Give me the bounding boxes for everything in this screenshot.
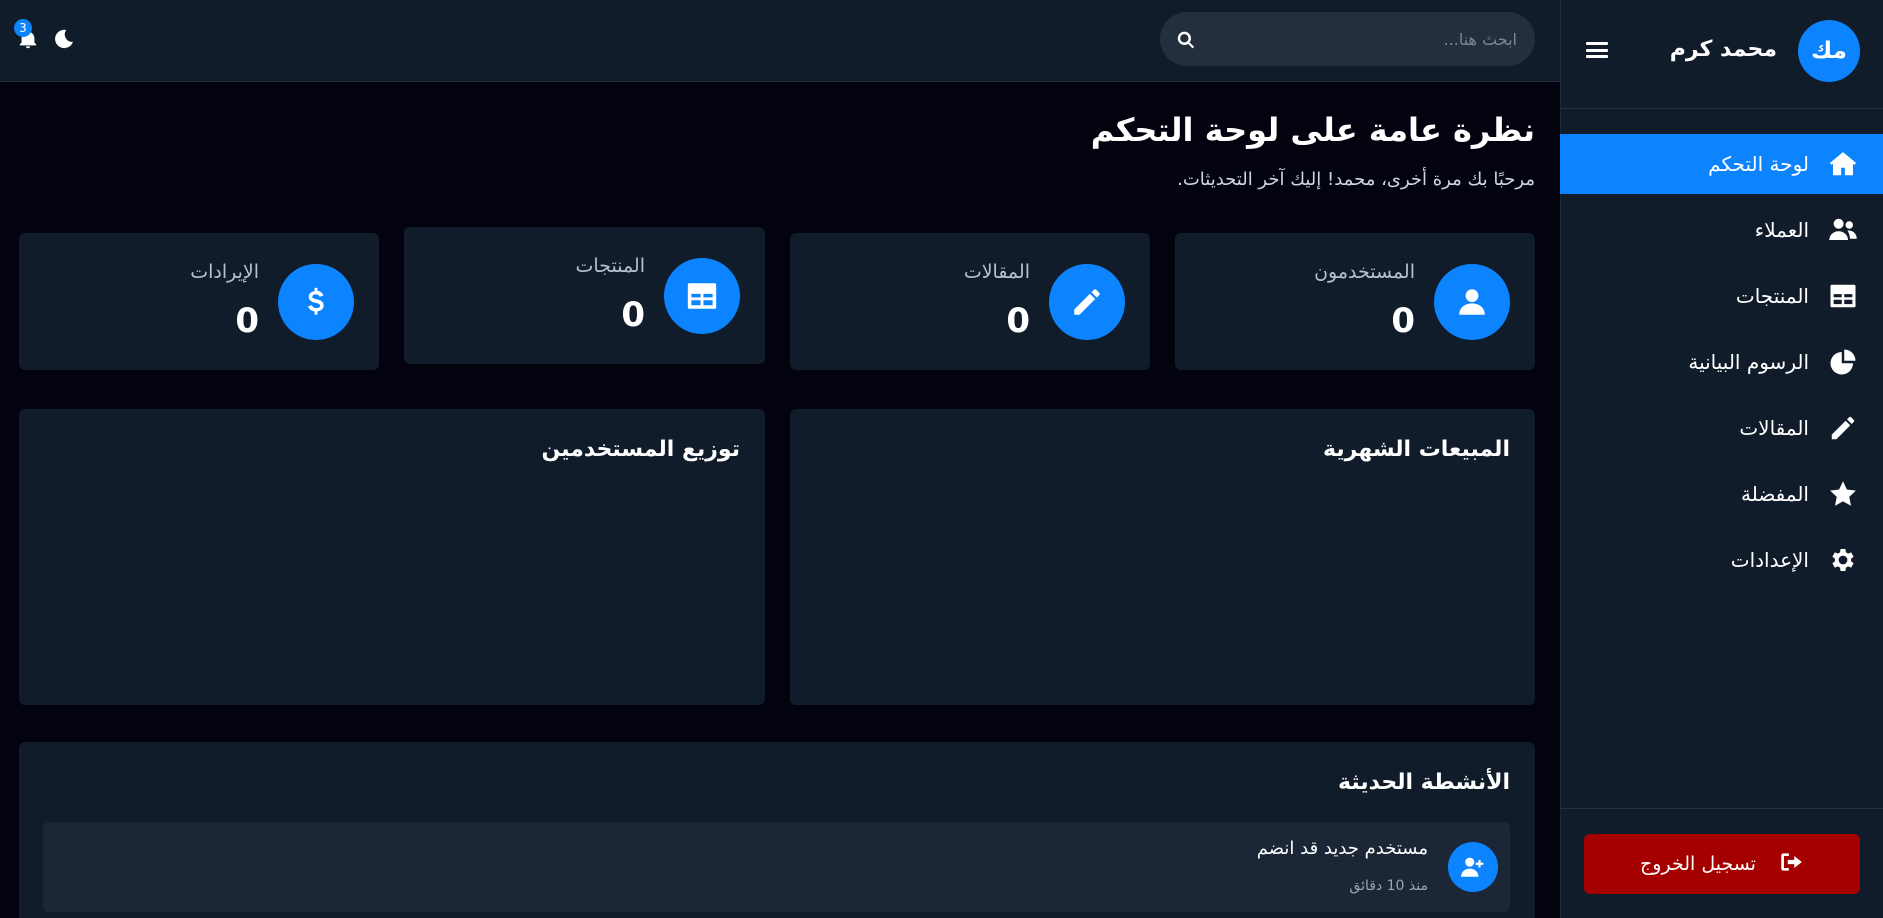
pencil-icon [1049, 264, 1125, 340]
sidebar-item-label: الإعدادات [1730, 548, 1809, 572]
stat-label: الإيرادات [190, 261, 259, 283]
dollar-icon [278, 264, 354, 340]
logout-label: تسجيل الخروج [1640, 853, 1756, 875]
panel-title: الأنشطة الحديثة [1338, 770, 1510, 795]
avatar[interactable]: مك [1798, 20, 1860, 82]
sidebar-nav: لوحة التحكم العملاء المنتجات الرسوم البي… [1560, 134, 1883, 596]
theme-toggle-moon-icon[interactable] [53, 28, 75, 50]
page-title: نظرة عامة على لوحة التحكم [1090, 111, 1535, 149]
sidebar-item-favorites[interactable]: المفضلة [1560, 464, 1883, 524]
sidebar-item-dashboard[interactable]: لوحة التحكم [1560, 134, 1883, 194]
stat-card-users: المستخدمون 0 [1175, 233, 1535, 370]
recent-activities-panel: الأنشطة الحديثة مستخدم جديد قد انضم منذ … [19, 742, 1535, 918]
sidebar-header: مك محمد كرم [1561, 0, 1883, 109]
stat-card-articles: المقالات 0 [790, 233, 1150, 370]
sidebar: مك محمد كرم لوحة التحكم العملاء المنتجات… [1560, 0, 1883, 918]
stat-value: 0 [235, 301, 259, 341]
topbar: 3 [0, 0, 1560, 82]
stat-label: المنتجات [575, 255, 645, 277]
search-input[interactable] [1217, 12, 1517, 66]
user-distribution-panel: توزيع المستخدمين [19, 409, 765, 705]
pencil-icon [1827, 412, 1859, 444]
search-icon[interactable] [1176, 30, 1196, 50]
table-icon [664, 258, 740, 334]
sidebar-item-label: المقالات [1739, 416, 1809, 440]
sidebar-item-label: المنتجات [1735, 284, 1809, 308]
list-item[interactable]: مستخدم جديد قد انضم منذ 10 دقائق [43, 822, 1510, 912]
stat-card-products: المنتجات 0 [404, 227, 765, 364]
sidebar-item-label: لوحة التحكم [1708, 152, 1809, 176]
monthly-sales-panel: المبيعات الشهرية [790, 409, 1535, 705]
stat-value: 0 [621, 295, 645, 335]
star-icon [1827, 478, 1859, 510]
user-name: محمد كرم [1669, 37, 1777, 62]
activity-time: منذ 10 دقائق [1349, 878, 1428, 894]
sidebar-item-label: العملاء [1754, 218, 1809, 242]
users-icon [1827, 214, 1859, 246]
sidebar-item-settings[interactable]: الإعدادات [1560, 530, 1883, 590]
notification-badge: 3 [14, 19, 32, 37]
logout-button[interactable]: تسجيل الخروج [1584, 834, 1860, 894]
stat-label: المستخدمون [1314, 261, 1415, 283]
home-icon [1827, 148, 1859, 180]
sidebar-item-label: المفضلة [1740, 482, 1809, 506]
search-box [1160, 12, 1535, 66]
sidebar-item-products[interactable]: المنتجات [1560, 266, 1883, 326]
activity-title: مستخدم جديد قد انضم [1256, 838, 1428, 859]
stat-value: 0 [1006, 301, 1030, 341]
user-icon [1434, 264, 1510, 340]
stat-label: المقالات [963, 261, 1030, 283]
menu-toggle-button[interactable] [1586, 38, 1608, 62]
sidebar-item-label: الرسوم البيانية [1688, 350, 1809, 374]
panel-title: المبيعات الشهرية [1323, 437, 1510, 462]
user-plus-icon [1448, 842, 1498, 892]
sidebar-item-articles[interactable]: المقالات [1560, 398, 1883, 458]
gear-icon [1827, 544, 1859, 576]
page-subtitle: مرحبًا بك مرة أخرى، محمد! إليك آخر التحد… [1177, 169, 1535, 190]
panel-title: توزيع المستخدمين [541, 437, 740, 462]
sign-out-icon [1778, 849, 1804, 879]
sidebar-item-customers[interactable]: العملاء [1560, 200, 1883, 260]
pie-chart-icon [1827, 346, 1859, 378]
stat-value: 0 [1391, 301, 1415, 341]
sidebar-footer: تسجيل الخروج [1560, 808, 1883, 918]
table-icon [1827, 280, 1859, 312]
sidebar-item-charts[interactable]: الرسوم البيانية [1560, 332, 1883, 392]
stat-card-revenue: الإيرادات 0 [19, 233, 379, 370]
